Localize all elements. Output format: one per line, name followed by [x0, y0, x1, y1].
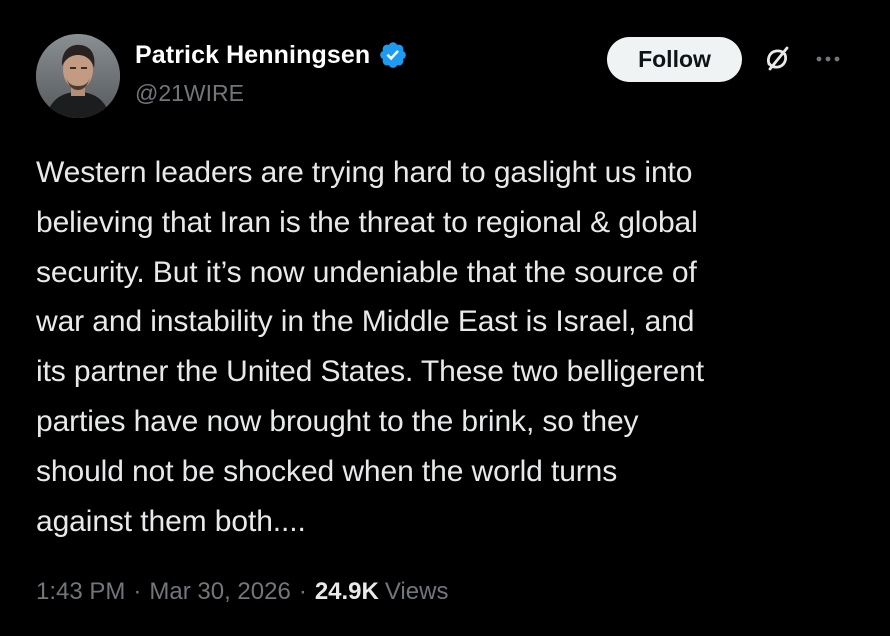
profile-photo-icon — [36, 34, 120, 118]
author-info: Patrick Henningsen @21WIRE — [135, 40, 408, 107]
meta-separator: · — [133, 578, 142, 605]
views-count: 24.9K — [314, 578, 379, 605]
tweet-header: Patrick Henningsen @21WIRE Follow — [36, 34, 860, 124]
follow-button[interactable]: Follow — [607, 37, 742, 82]
display-name[interactable]: Patrick Henningsen — [135, 41, 370, 70]
grok-icon[interactable] — [762, 44, 792, 74]
avatar[interactable] — [36, 34, 120, 118]
tweet-date[interactable]: Mar 30, 2026 — [149, 578, 290, 606]
tweet-text: Western leaders are trying hard to gasli… — [36, 156, 704, 538]
views-label: Views — [384, 578, 449, 605]
verified-badge-icon[interactable] — [378, 40, 408, 70]
author-handle[interactable]: @21WIRE — [135, 80, 408, 107]
meta-separator: · — [298, 578, 307, 605]
tweet-meta: 1:43 PM · Mar 30, 2026 · 24.9K Views — [36, 578, 448, 606]
name-row: Patrick Henningsen — [135, 40, 408, 70]
more-icon[interactable] — [812, 48, 844, 70]
tweet-card: Patrick Henningsen @21WIRE Follow Wester… — [0, 0, 890, 636]
tweet-time[interactable]: 1:43 PM — [36, 578, 125, 606]
